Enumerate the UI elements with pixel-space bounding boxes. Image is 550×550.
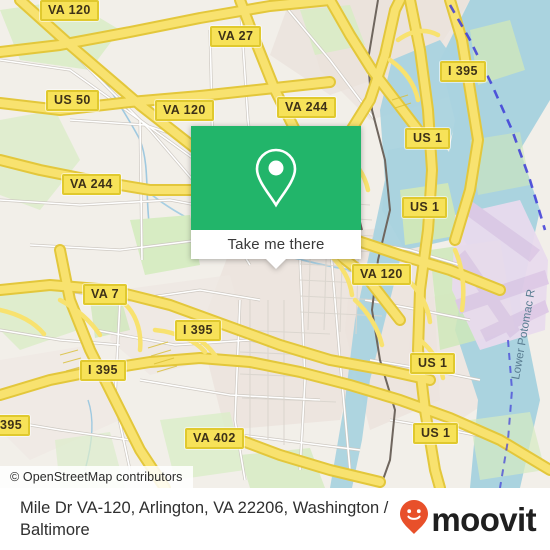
moovit-wordmark: moovit [431,500,536,538]
road-shield: I 395 [175,320,221,341]
popup-pin-panel [191,126,361,230]
take-me-there-label: Take me there [227,236,325,253]
road-shield: VA 27 [210,26,262,47]
road-shield: I 395 [440,61,486,82]
road-shield: VA 120 [40,0,99,21]
road-shield: VA 120 [352,264,411,285]
location-popup-card[interactable]: Take me there [191,126,361,269]
moovit-logo[interactable]: moovit [399,499,537,540]
road-shield: US 1 [413,423,459,444]
road-shield: VA 120 [155,100,214,121]
osm-attribution: © OpenStreetMap contributors [0,466,193,488]
road-shield: VA 244 [62,174,121,195]
map-canvas[interactable]: Lower Potomac R VA 120 VA 27 I 395 US 50 VA … [0,0,550,488]
osm-attribution-text: © OpenStreetMap contributors [10,470,183,484]
road-shield: US 50 [46,90,99,111]
road-shield: US 1 [405,128,451,149]
take-me-there-button[interactable]: Take me there [191,230,361,259]
road-shield: US 1 [410,353,456,374]
map-pin-icon [253,147,299,209]
road-shield: US 1 [402,197,448,218]
road-shield: VA 402 [185,428,244,449]
road-shield: VA 244 [277,97,336,118]
moovit-pin-smiley-icon [399,499,429,540]
place-address-text: Mile Dr VA-120, Arlington, VA 22206, Was… [20,499,389,539]
popup-pointer [266,259,286,269]
road-shield: I 395 [80,360,126,381]
road-shield: 395 [0,415,31,436]
footer-bar: Mile Dr VA-120, Arlington, VA 22206, Was… [0,488,550,550]
moovit-map-screenshot: Lower Potomac R VA 120 VA 27 I 395 US 50 VA … [0,0,550,550]
road-shield: VA 7 [83,284,127,305]
